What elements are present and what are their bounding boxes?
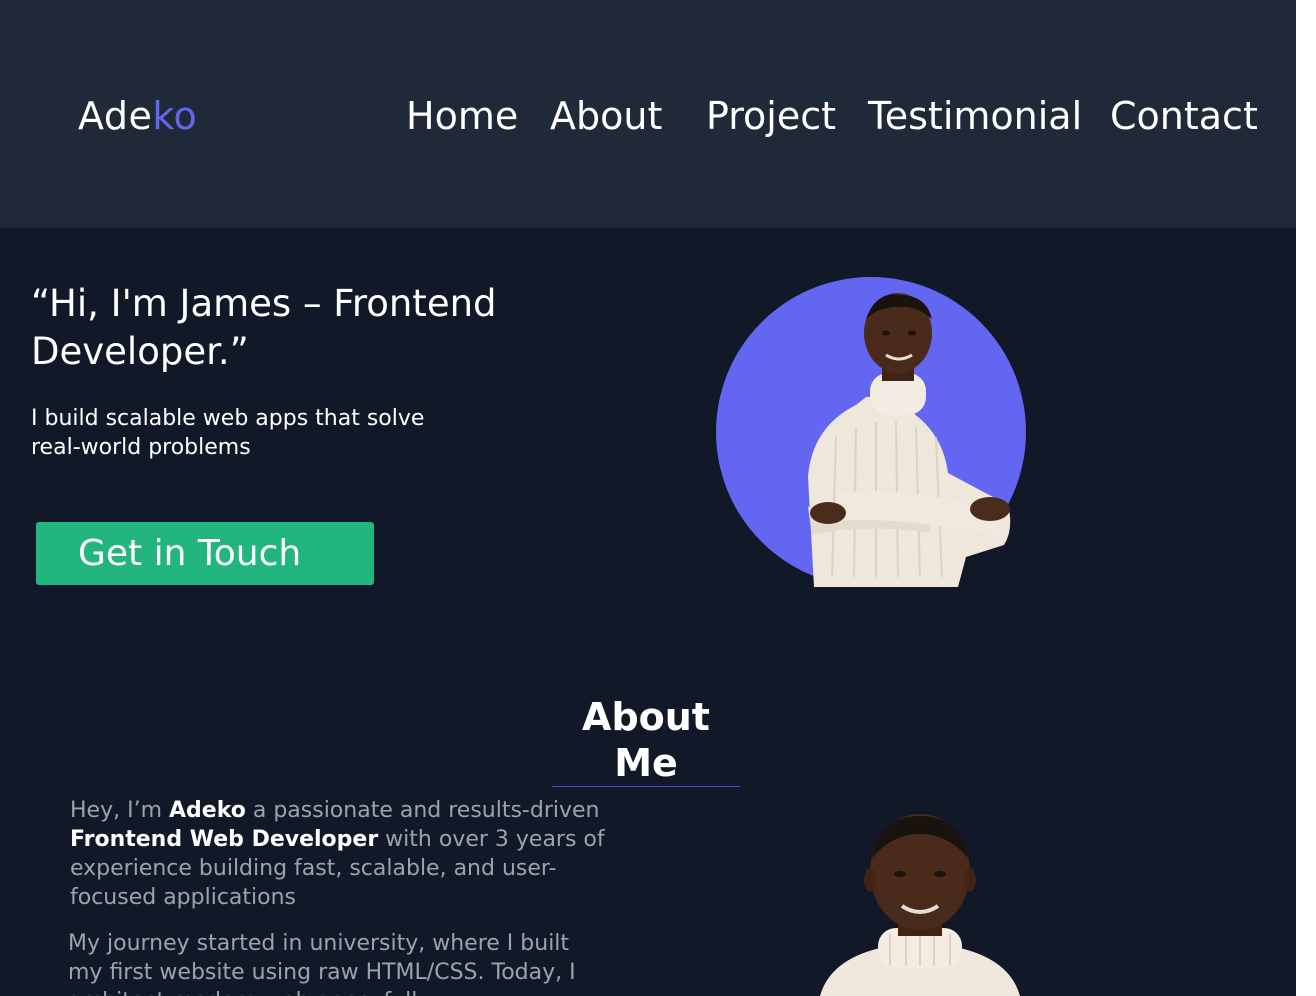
logo-text: Ade [78,94,153,138]
page: Adeko Home About Project Testimonial Con… [0,0,1316,996]
nav-contact[interactable]: Contact [1110,93,1258,139]
about-intro-text: Hey, I’m [70,798,169,823]
nav-home[interactable]: Home [406,93,518,139]
about-portrait-illustration [820,814,1020,996]
get-in-touch-button[interactable]: Get in Touch [36,522,374,585]
nav-about[interactable]: About [550,93,662,139]
about-paragraph-1: Hey, I’m Adeko a passionate and results-… [70,796,610,912]
about-name-highlight: Adeko [169,798,246,823]
hero-title: “Hi, I'm James – Frontend Developer.” [31,282,497,373]
about-heading: About Me [552,694,740,787]
logo[interactable]: Adeko [78,93,197,139]
hero-portrait-illustration [716,277,1026,587]
hero-subtitle: I build scalable web apps that solve rea… [31,406,425,460]
nav-project[interactable]: Project [706,93,836,139]
about-role-highlight: Frontend Web Developer [70,827,379,852]
about-paragraph-2: My journey started in university, where … [68,931,576,996]
nav-testimonial[interactable]: Testimonial [868,93,1082,139]
page-scrollbar[interactable] [1296,0,1316,996]
site-header: Adeko Home About Project Testimonial Con… [0,0,1296,228]
logo-accent-text: ko [152,94,198,138]
about-text: Hey, I’m Adeko a passionate and results-… [68,796,610,996]
about-portrait-image [820,810,1020,996]
about-intro-text-2: a passionate and results-driven [245,798,600,823]
hero-portrait-image [716,277,1026,587]
